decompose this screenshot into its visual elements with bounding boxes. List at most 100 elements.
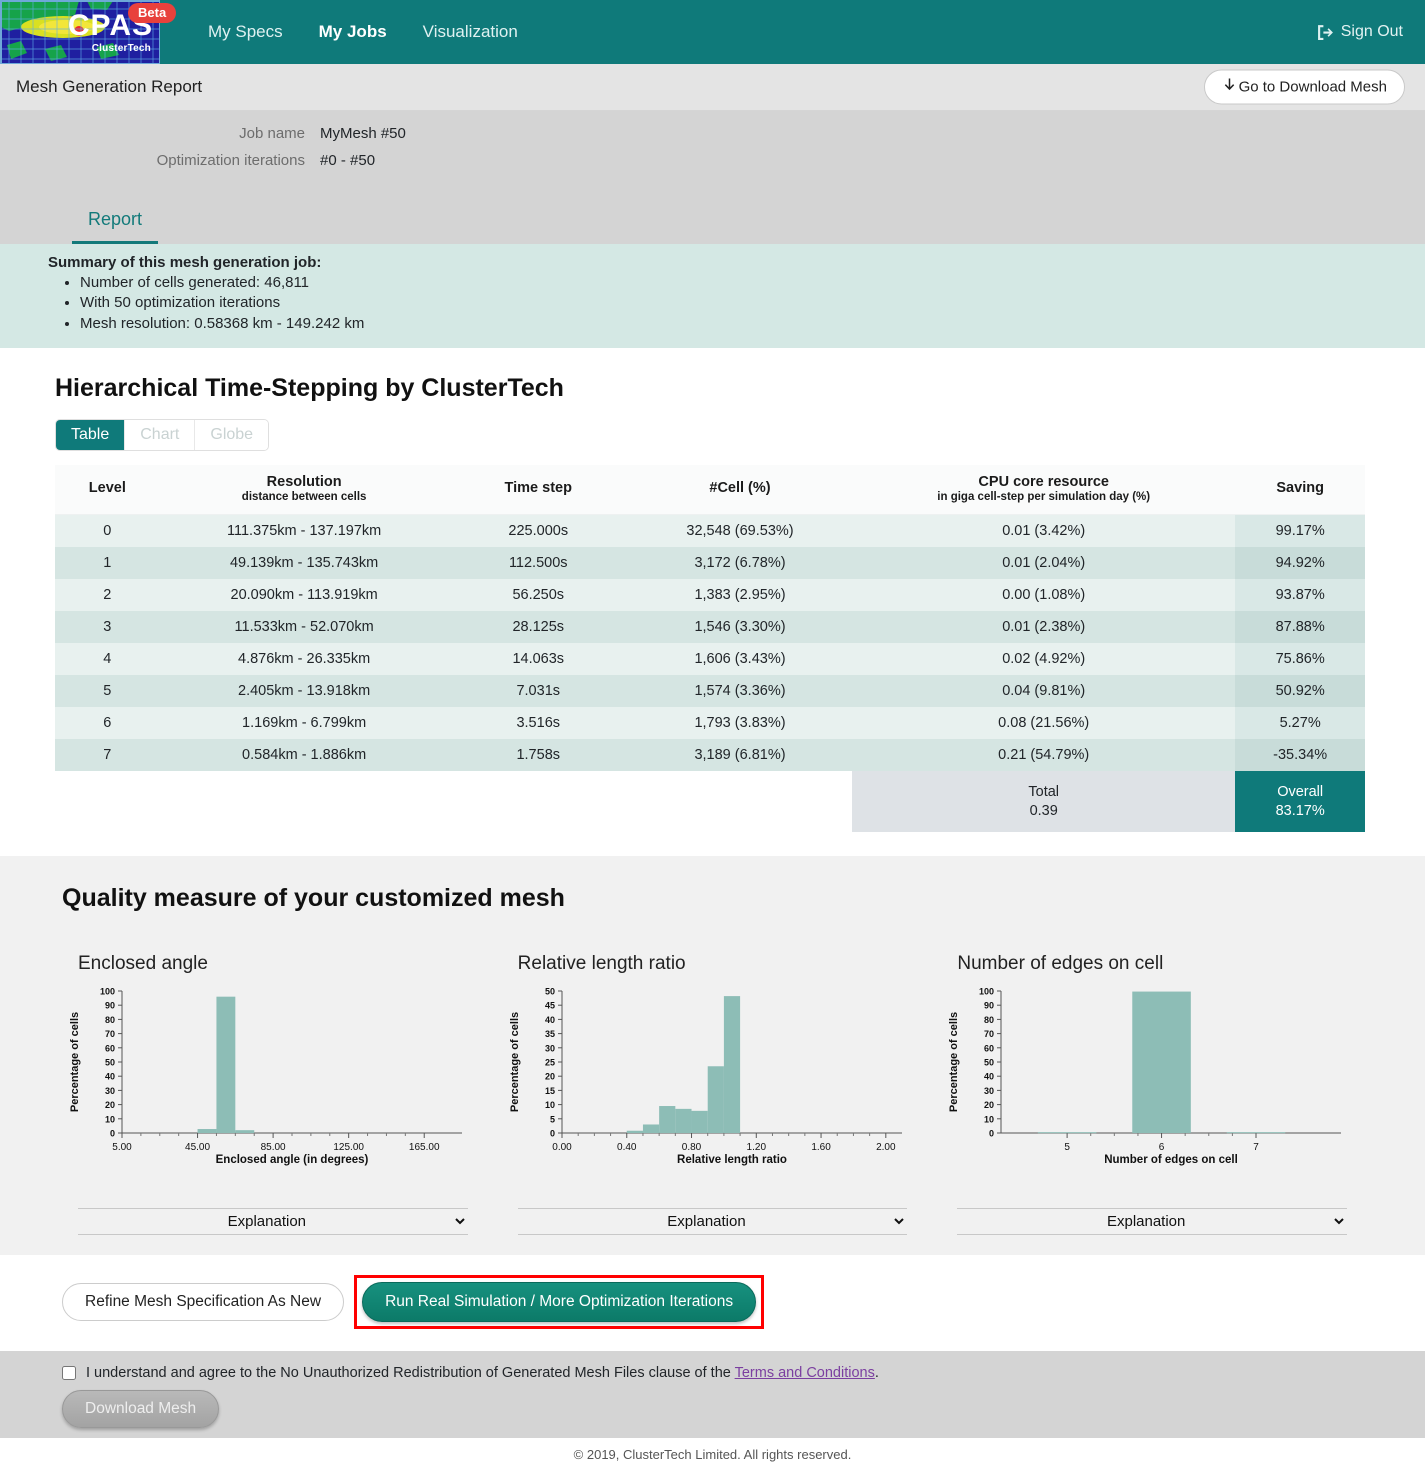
cell-cpu: 0.02 (4.92%): [852, 642, 1236, 675]
cell-level: 2: [55, 578, 160, 611]
run-simulation-highlight: Run Real Simulation / More Optimization …: [354, 1275, 765, 1330]
explanation-wrap-2: Explanation: [500, 1208, 926, 1236]
cell-cpu: 0.04 (9.81%): [852, 674, 1236, 707]
view-button-chart[interactable]: Chart: [125, 419, 196, 450]
svg-text:15: 15: [545, 1086, 555, 1096]
svg-text:70: 70: [984, 1030, 994, 1040]
th-level-label: Level: [88, 480, 126, 497]
svg-text:7: 7: [1254, 1142, 1260, 1153]
terms-and-conditions-link[interactable]: Terms and Conditions: [735, 1365, 875, 1381]
svg-text:30: 30: [105, 1086, 115, 1096]
cell-saving: 5.27%: [1235, 706, 1365, 739]
svg-text:30: 30: [984, 1086, 994, 1096]
chart-area-enclosed-angle: 0 10 20 30 40 50 60 70 80 90 100 5.00 45.00 85.00 125.…: [60, 983, 486, 1168]
report-tabs: Report: [0, 179, 1425, 244]
th-level: Level: [55, 464, 160, 515]
th-saving: Saving: [1235, 464, 1365, 515]
svg-text:10: 10: [545, 1101, 555, 1111]
sign-out-button[interactable]: Sign Out: [1317, 23, 1403, 41]
nav-item-my-jobs[interactable]: My Jobs: [301, 22, 405, 42]
hts-heading: Hierarchical Time-Stepping by ClusterTec…: [55, 373, 564, 402]
run-real-simulation-button[interactable]: Run Real Simulation / More Optimization …: [362, 1282, 757, 1323]
cell-cpu: 0.08 (21.56%): [852, 706, 1236, 739]
svg-text:Enclosed angle (in degrees): Enclosed angle (in degrees): [216, 1154, 369, 1166]
explanation-select-number-of-edges[interactable]: Explanation: [957, 1208, 1348, 1236]
summary-panel: Summary of this mesh generation job: Num…: [0, 244, 1425, 348]
hts-table-body: 0 111.375km - 137.197km 225.000s 32,548 …: [55, 514, 1365, 833]
chart-area-number-of-edges: 0 10 20 30 40 50 60 70 80 90 100 5 6 7 Number of edges…: [939, 983, 1365, 1168]
cell-saving: 87.88%: [1235, 610, 1365, 643]
svg-text:10: 10: [984, 1115, 994, 1125]
refine-mesh-specification-button[interactable]: Refine Mesh Specification As New: [62, 1283, 345, 1322]
explanation-select-relative-length-ratio[interactable]: Explanation: [517, 1208, 908, 1236]
summary-item-resolution: Mesh resolution: 0.58368 km - 149.242 km: [80, 314, 1425, 334]
svg-text:2.00: 2.00: [876, 1142, 896, 1153]
svg-text:5.00: 5.00: [112, 1142, 132, 1153]
arrow-down-icon: [1222, 78, 1237, 97]
cell-time-step: 1.758s: [448, 738, 628, 771]
cell-resolution: 2.405km - 13.918km: [159, 674, 449, 707]
cell-cpu: 0.01 (3.42%): [852, 514, 1236, 547]
download-mesh-button[interactable]: Download Mesh: [62, 1390, 220, 1429]
chart-title-enclosed-angle: Enclosed angle: [78, 953, 208, 975]
svg-text:20: 20: [105, 1101, 115, 1111]
job-name-label: Job name: [239, 125, 305, 142]
job-meta-panel: Job name MyMesh #50 Optimization iterati…: [0, 111, 1425, 244]
quality-measure-section: Quality measure of your customized mesh …: [0, 856, 1425, 1256]
svg-text:100: 100: [979, 987, 994, 997]
svg-text:40: 40: [545, 1015, 555, 1025]
svg-text:35: 35: [545, 1030, 555, 1040]
view-button-globe[interactable]: Globe: [195, 419, 269, 450]
table-row: 3 11.533km - 52.070km 28.125s 1,546 (3.3…: [55, 610, 1365, 643]
tab-report[interactable]: Report: [72, 201, 159, 244]
optimization-iterations-row: Optimization iterations #0 - #50: [0, 152, 1425, 169]
chart-card-number-of-edges: Number of edges on cell 0 10 20 30 40 50 60 70 8…: [939, 953, 1365, 1236]
hts-table: Level Resolution distance between cells …: [55, 464, 1365, 833]
svg-text:45: 45: [545, 1001, 555, 1011]
bar-chart-number-of-edges: 0 10 20 30 40 50 60 70 80 90 100 5 6 7 Number of edges…: [948, 987, 1342, 1166]
cell-time-step: 56.250s: [448, 578, 628, 611]
cell-level: 0: [55, 514, 160, 547]
overall-saving-cell: Overall 83.17%: [1235, 770, 1365, 833]
total-cpu-cell: Total 0.39: [852, 770, 1236, 833]
th-time-step: Time step: [448, 464, 628, 515]
svg-text:60: 60: [984, 1044, 994, 1054]
summary-title: Summary of this mesh generation job:: [48, 254, 322, 271]
action-buttons-row: Refine Mesh Specification As New Run Rea…: [0, 1255, 1425, 1352]
svg-text:90: 90: [105, 1001, 115, 1011]
agreement-text-before: I understand and agree to the No Unautho…: [86, 1365, 735, 1382]
table-row: 4 4.876km - 26.335km 14.063s 1,606 (3.43…: [55, 642, 1365, 675]
th-cpu-sub: in giga cell-step per simulation day (%): [937, 490, 1151, 503]
nav-item-visualization[interactable]: Visualization: [405, 22, 536, 42]
nav-item-my-specs[interactable]: My Specs: [190, 22, 301, 42]
total-value: 0.39: [1029, 802, 1058, 819]
svg-text:Percentage of cells: Percentage of cells: [69, 1012, 81, 1112]
cell-time-step: 28.125s: [448, 610, 628, 643]
explanation-select-enclosed-angle[interactable]: Explanation: [78, 1208, 468, 1236]
chart-card-enclosed-angle: Enclosed angle 0 10 20 30 40 50 60 70 80 90 100 5.0…: [60, 953, 486, 1236]
copyright-text: © 2019, ClusterTech Limited. All rights …: [0, 1438, 1425, 1462]
svg-text:90: 90: [984, 1001, 994, 1011]
go-to-download-mesh-button[interactable]: Go to Download Mesh: [1203, 69, 1405, 105]
table-row: 0 111.375km - 137.197km 225.000s 32,548 …: [55, 514, 1365, 547]
top-navbar: CPAS ClusterTech Beta My Specs My Jobs V…: [0, 0, 1425, 64]
explanation-wrap-3: Explanation: [939, 1208, 1365, 1236]
hierarchical-time-stepping-section: Hierarchical Time-Stepping by ClusterTec…: [0, 347, 1425, 833]
table-row: 7 0.584km - 1.886km 1.758s 3,189 (6.81%)…: [55, 738, 1365, 771]
cell-resolution: 111.375km - 137.197km: [159, 514, 449, 547]
total-label: Total: [1028, 783, 1060, 800]
cell-cell-count: 32,548 (69.53%): [627, 514, 853, 547]
download-footer: I understand and agree to the No Unautho…: [0, 1351, 1425, 1439]
agreement-checkbox[interactable]: [62, 1366, 76, 1381]
optimization-iterations-value: #0 - #50: [320, 152, 376, 169]
svg-text:Number of edges on cell: Number of edges on cell: [1105, 1154, 1239, 1166]
view-button-table[interactable]: Table: [56, 419, 126, 450]
cell-cpu: 0.21 (54.79%): [852, 738, 1236, 771]
chart-card-relative-length-ratio: Relative length ratio 0 5 10 15 20 25 30 35 40 45…: [500, 953, 926, 1236]
svg-text:80: 80: [984, 1015, 994, 1025]
cell-resolution: 4.876km - 26.335km: [159, 642, 449, 675]
overall-box: Overall 83.17%: [1235, 770, 1365, 833]
cell-level: 1: [55, 546, 160, 579]
svg-text:125.00: 125.00: [333, 1142, 364, 1153]
th-saving-label: Saving: [1276, 480, 1324, 497]
